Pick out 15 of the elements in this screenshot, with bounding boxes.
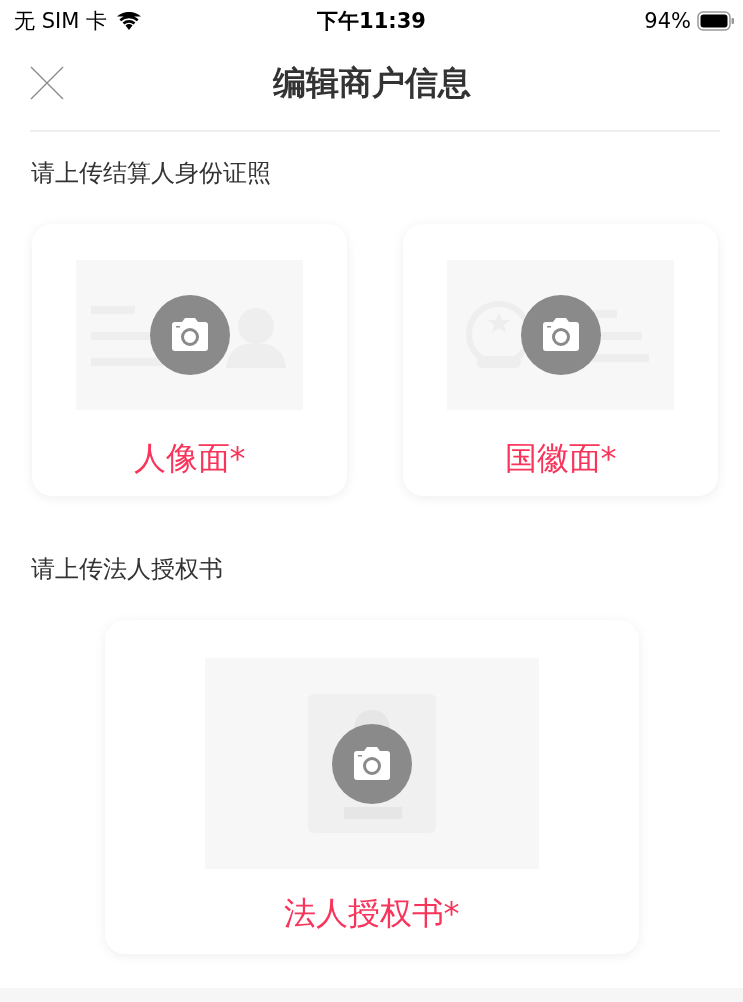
section-title: 请上传法人授权书 (31, 554, 224, 585)
battery-icon (697, 11, 735, 31)
camera-icon (149, 295, 230, 375)
battery-percent: 94% (644, 9, 691, 33)
upload-card[interactable]: 国徽面* (403, 224, 718, 496)
upload-card[interactable]: 人像面* (32, 224, 347, 496)
wifi-icon (117, 12, 141, 30)
clock-text: 下午11:39 (317, 8, 426, 35)
upload-card[interactable]: 法人授权书* (104, 620, 639, 954)
carrier-text: 无 SIM 卡 (14, 8, 107, 35)
close-button[interactable] (30, 66, 64, 100)
camera-icon (331, 723, 412, 804)
camera-icon (520, 295, 601, 375)
page-title: 编辑商户信息 (272, 61, 471, 104)
section-title: 请上传结算人身份证照 (31, 158, 272, 189)
